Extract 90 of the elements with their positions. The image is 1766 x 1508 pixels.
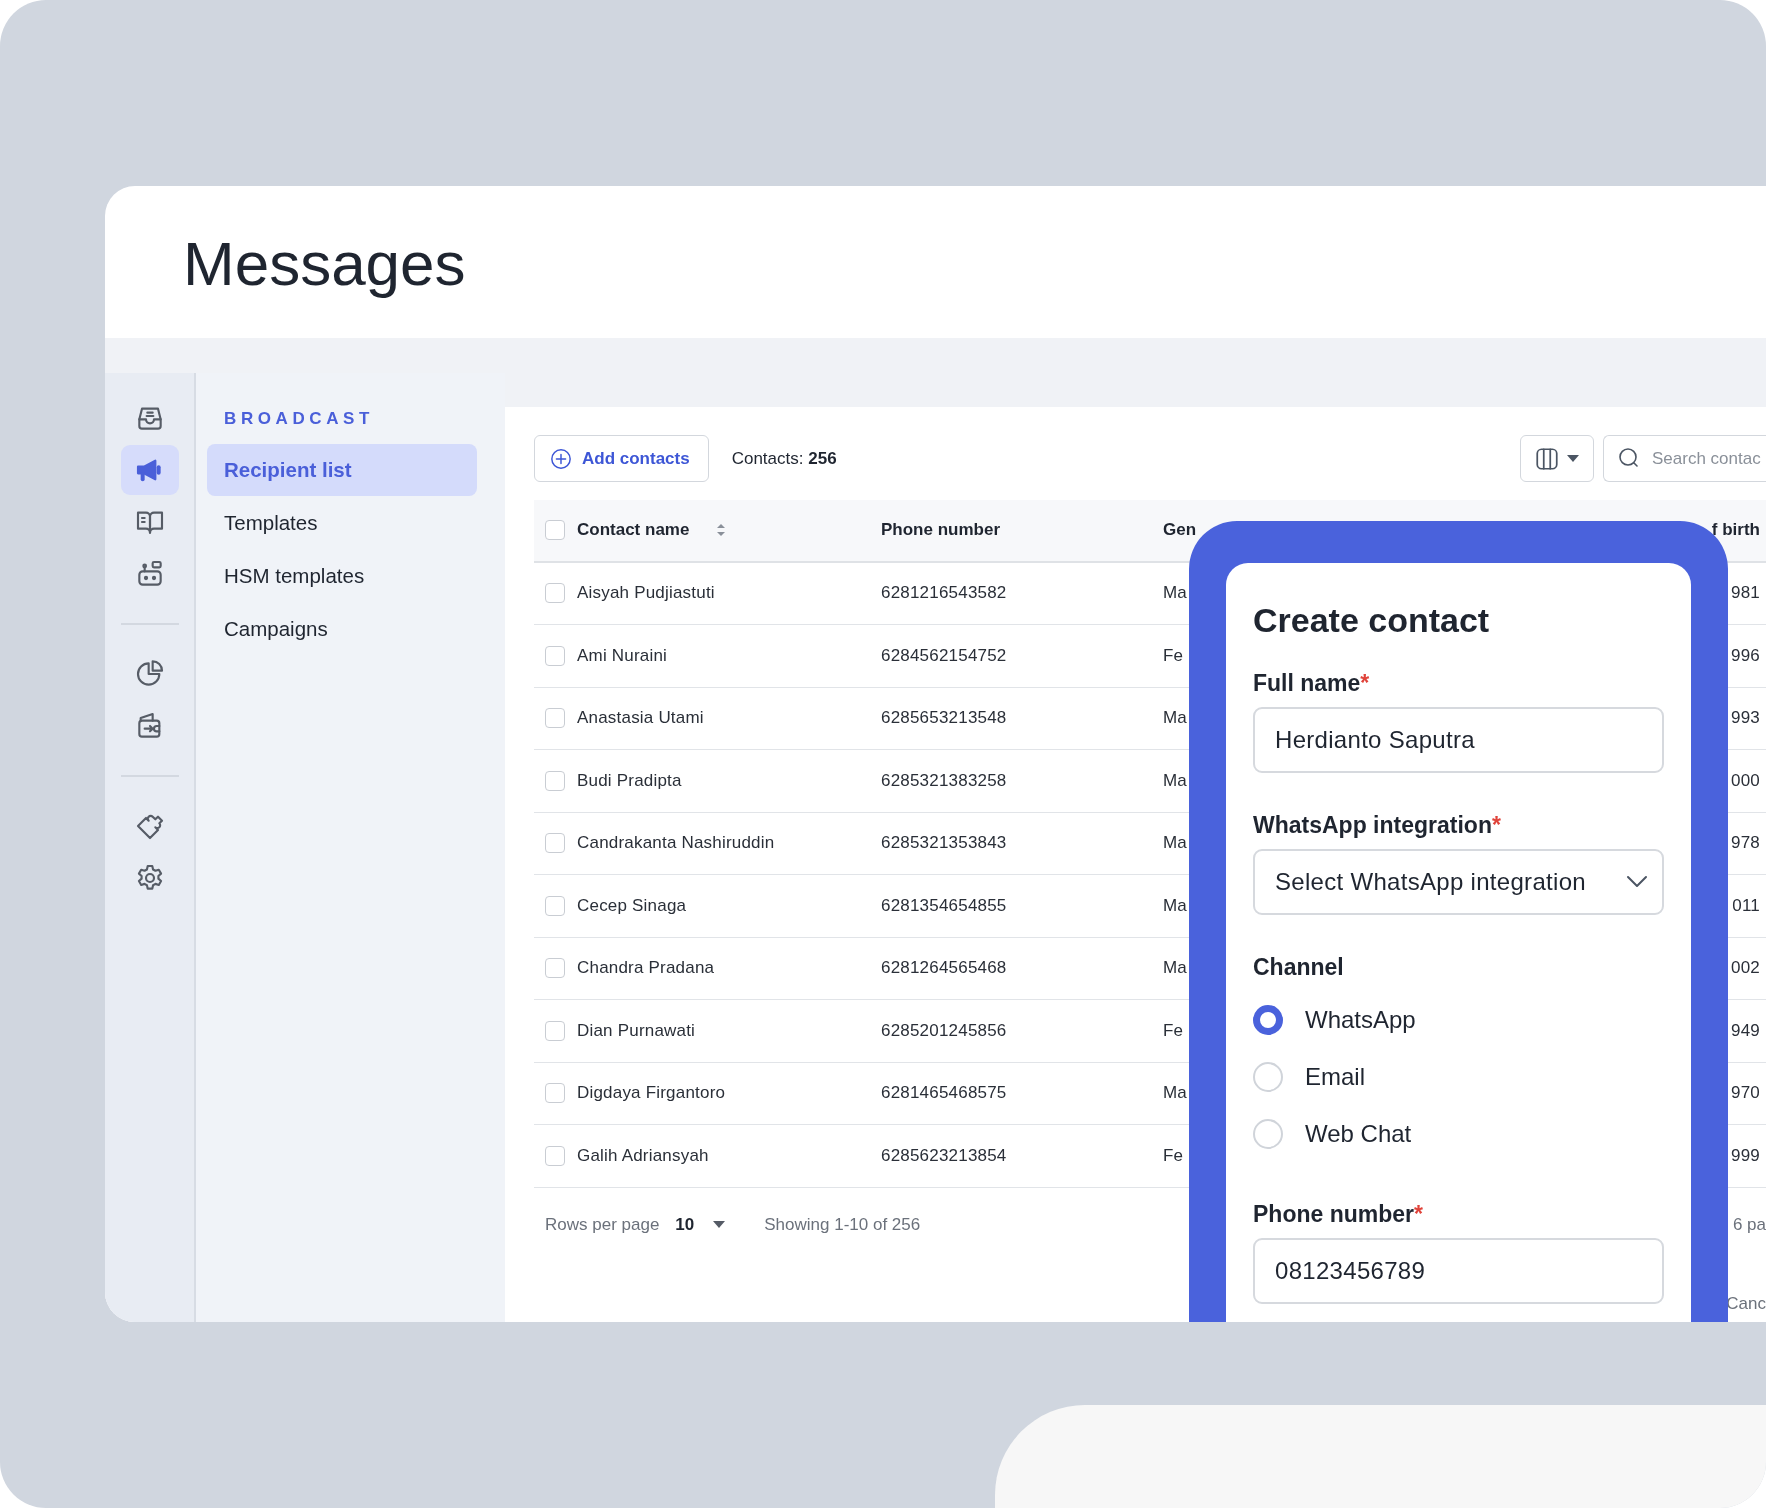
input-field[interactable]: Herdianto Saputra — [1253, 707, 1664, 773]
table-cell: Ma — [1163, 708, 1187, 729]
table-cell: Fe — [1163, 645, 1183, 666]
field-label: WhatsApp integration* — [1253, 812, 1501, 839]
table-cell: Budi Pradipta — [577, 770, 682, 791]
table-cell: Ma — [1163, 833, 1187, 854]
field-label: Phone number* — [1253, 1201, 1423, 1228]
table-cell: Ma — [1163, 583, 1187, 604]
checkbox[interactable] — [545, 770, 565, 791]
checkbox[interactable] — [545, 833, 565, 854]
search-field[interactable]: Search contac — [1603, 435, 1766, 482]
checkbox[interactable] — [545, 583, 565, 604]
table-cell: 6285321353843 — [881, 833, 1007, 854]
rows-per-page-select[interactable]: 10 — [671, 1210, 731, 1239]
table-cell: 6285653213548 — [881, 708, 1007, 729]
table-cell: 996 — [1731, 645, 1760, 666]
input-field[interactable]: 08123456789 — [1253, 1238, 1664, 1304]
table-cell: Fe — [1163, 1020, 1183, 1041]
sidebar-item[interactable]: Recipient list — [207, 444, 477, 496]
table-cell: 6281354654855 — [881, 895, 1007, 916]
section-heading: BROADCAST — [223, 409, 374, 429]
table-cell: Candrakanta Nashiruddin — [577, 833, 775, 854]
table-cell: 993 — [1731, 708, 1760, 729]
chevron-down-icon — [1626, 875, 1648, 889]
rows-per-page-label: Rows per page — [545, 1214, 660, 1235]
sidebar-item[interactable]: HSM templates — [207, 550, 477, 602]
table-cell: 6285321383258 — [881, 770, 1007, 791]
radio-option[interactable]: Web Chat — [1253, 1105, 1412, 1162]
field-label: Channel — [1253, 954, 1344, 981]
field-label: Full name* — [1253, 670, 1370, 697]
radio-button[interactable] — [1253, 1004, 1283, 1035]
showing-range: Showing 1-10 of 256 — [764, 1214, 921, 1235]
table-cell: Aisyah Pudjiastuti — [577, 583, 715, 604]
table-cell: Chandra Pradana — [577, 958, 715, 979]
caret-icon — [712, 1219, 727, 1230]
table-cell: 6281264565468 — [881, 958, 1007, 979]
table-cell: Fe — [1163, 1145, 1183, 1166]
table-cell: Digdaya Firgantoro — [577, 1083, 726, 1104]
table-cell: Galih Adriansyah — [577, 1145, 709, 1166]
radio-option[interactable]: WhatsApp — [1253, 991, 1416, 1048]
table-cell: 6281216543582 — [881, 583, 1007, 604]
table-cell: Dian Purnawati — [577, 1020, 696, 1041]
table-cell: 6285623213854 — [881, 1145, 1007, 1166]
page-title: Messages — [183, 230, 466, 299]
sidebar-item[interactable]: Templates — [207, 497, 477, 549]
table-cell: Ma — [1163, 1083, 1187, 1104]
contacts-count: Contacts: 256 — [731, 448, 837, 469]
table-cell: Cecep Sinaga — [577, 895, 687, 916]
dialog-title: Create contact — [1253, 601, 1490, 640]
checkbox[interactable] — [545, 1083, 565, 1104]
checkbox[interactable] — [545, 708, 565, 729]
checkbox[interactable] — [545, 895, 565, 916]
plus-circle-icon — [550, 447, 572, 470]
table-cell: 981 — [1731, 583, 1760, 604]
columns-icon — [1534, 445, 1560, 472]
column-header: Gen — [1163, 520, 1197, 541]
table-cell: 970 — [1731, 1083, 1760, 1104]
table-cell: Ma — [1163, 895, 1187, 916]
megaphone-button[interactable] — [120, 445, 179, 495]
checkbox[interactable] — [545, 1145, 565, 1166]
table-cell: 978 — [1731, 833, 1760, 854]
columns-button[interactable] — [1520, 435, 1594, 482]
table-cell: Anastasia Utami — [577, 708, 704, 729]
sort-icon[interactable] — [715, 522, 728, 539]
search-icon — [1617, 446, 1641, 470]
table-cell: 6281465468575 — [881, 1083, 1007, 1104]
checkbox[interactable] — [545, 645, 565, 666]
cancel-button[interactable]: Canc — [1726, 1293, 1766, 1314]
table-cell: 002 — [1731, 958, 1760, 979]
table-cell: 949 — [1731, 1020, 1760, 1041]
table-cell: Ma — [1163, 958, 1187, 979]
checkbox[interactable] — [545, 520, 565, 541]
pagination-text: 6 pa — [1732, 1214, 1766, 1235]
table-cell: 999 — [1731, 1145, 1760, 1166]
table-cell: 6284562154752 — [881, 645, 1007, 666]
table-cell: 000 — [1731, 770, 1760, 791]
column-header: Phone number — [881, 520, 1000, 541]
table-cell: 011 — [1732, 895, 1760, 916]
checkbox[interactable] — [545, 958, 565, 979]
add-contacts-button[interactable]: Add contacts — [534, 435, 709, 482]
table-cell: 6285201245856 — [881, 1020, 1007, 1041]
column-header: Contact name — [577, 520, 690, 541]
table-cell: Ami Nuraini — [577, 645, 668, 666]
select-field[interactable]: Select WhatsApp integration — [1253, 849, 1664, 915]
radio-option[interactable]: Email — [1253, 1048, 1365, 1105]
column-header: f birth — [1711, 520, 1760, 541]
caret-icon — [1566, 453, 1580, 464]
table-cell: Ma — [1163, 770, 1187, 791]
checkbox[interactable] — [545, 1020, 565, 1041]
sidebar-item[interactable]: Campaigns — [207, 603, 477, 655]
